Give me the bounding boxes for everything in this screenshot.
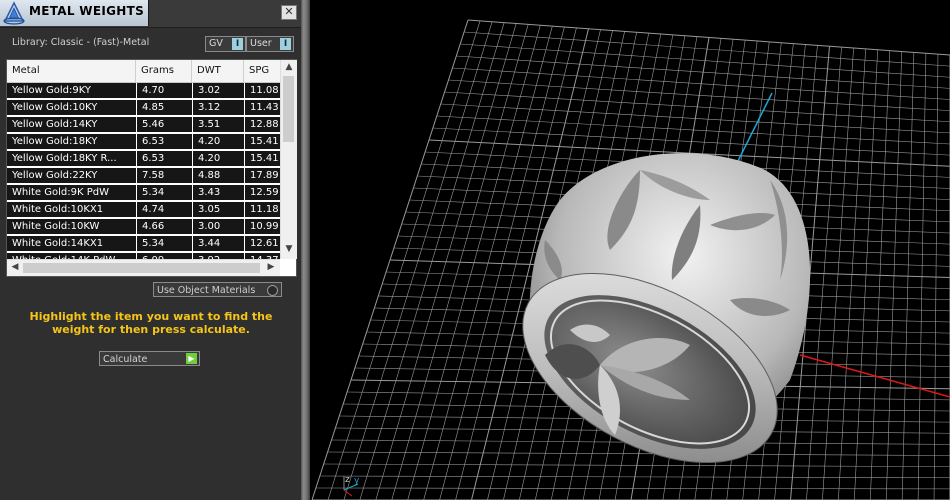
table-row[interactable]: White Gold:10KW 4.66 3.00 10.99	[7, 219, 280, 236]
grams-cell: 4.66	[137, 219, 192, 234]
user-toggle-label: User	[250, 38, 272, 49]
spg-cell: 10.99	[245, 219, 280, 234]
vertical-scroll-thumb[interactable]	[283, 76, 294, 142]
metal-weights-panel: METAL WEIGHTS ✕ Library: Classic - (Fast…	[0, 0, 301, 500]
dwt-cell: 3.00	[193, 219, 244, 234]
dwt-cell: 3.12	[193, 100, 244, 115]
horizontal-scrollbar[interactable]: ◀ ▶	[7, 259, 280, 276]
use-object-materials-checkbox[interactable]: Use Object Materials	[153, 282, 282, 297]
dwt-cell: 3.51	[193, 117, 244, 132]
panel-title-tab[interactable]: METAL WEIGHTS	[0, 0, 149, 26]
dwt-cell: 4.20	[193, 151, 244, 166]
metal-cell: White Gold:14KX1	[7, 236, 136, 251]
metal-cell: Yellow Gold:9KY	[7, 83, 136, 98]
user-toggle-knob: I	[280, 38, 291, 50]
scroll-right-icon[interactable]: ▶	[264, 262, 278, 272]
metal-cell: White Gold:10KW	[7, 219, 136, 234]
grams-cell: 4.70	[137, 83, 192, 98]
spg-cell: 12.88	[245, 117, 280, 132]
column-header-dwt[interactable]: DWT	[192, 60, 244, 82]
gv-toggle-knob: I	[232, 38, 243, 50]
table-row[interactable]: White Gold:9K PdW 5.34 3.43 12.59	[7, 185, 280, 202]
scroll-up-icon[interactable]: ▲	[282, 62, 296, 72]
panel-splitter[interactable]	[301, 0, 310, 500]
metal-cell: Yellow Gold:18KY	[7, 134, 136, 149]
table-row[interactable]: Yellow Gold:9KY 4.70 3.02 11.08	[7, 83, 280, 100]
dwt-cell: 3.02	[193, 83, 244, 98]
calculate-label: Calculate	[103, 354, 148, 365]
table-row[interactable]: Yellow Gold:18KY R... 6.53 4.20 15.41	[7, 151, 280, 168]
grams-cell: 7.58	[137, 168, 192, 183]
grams-cell: 5.34	[137, 236, 192, 251]
metal-cell: Yellow Gold:18KY R...	[7, 151, 136, 166]
table-row[interactable]: Yellow Gold:10KY 4.85 3.12 11.43	[7, 100, 280, 117]
metal-cell: Yellow Gold:10KY	[7, 100, 136, 115]
close-button[interactable]: ✕	[281, 5, 297, 20]
grams-cell: 4.74	[137, 202, 192, 217]
gizmo-y-label: y	[354, 476, 360, 486]
use-object-materials-label: Use Object Materials	[157, 285, 256, 296]
library-label: Library: Classic - (Fast)-Metal	[12, 37, 150, 48]
column-header-metal[interactable]: Metal	[7, 60, 136, 82]
metal-cell: Yellow Gold:22KY	[7, 168, 136, 183]
grams-cell: 5.34	[137, 185, 192, 200]
table-row[interactable]: Yellow Gold:22KY 7.58 4.88 17.89	[7, 168, 280, 185]
scroll-left-icon[interactable]: ◀	[8, 262, 22, 272]
spg-cell: 17.89	[245, 168, 280, 183]
metal-cell: White Gold:9K PdW	[7, 185, 136, 200]
spg-cell: 11.08	[245, 83, 280, 98]
table-row[interactable]: Yellow Gold:18KY 6.53 4.20 15.41	[7, 134, 280, 151]
spg-cell: 12.59	[245, 185, 280, 200]
calculate-button[interactable]: Calculate ▶	[99, 351, 200, 366]
app-logo-icon	[3, 1, 25, 25]
scroll-down-icon[interactable]: ▼	[282, 244, 296, 254]
horizontal-scroll-thumb[interactable]	[23, 263, 260, 273]
spg-cell: 11.18	[245, 202, 280, 217]
grams-cell: 6.53	[137, 134, 192, 149]
table-row[interactable]: Yellow Gold:14KY 5.46 3.51 12.88	[7, 117, 280, 134]
dwt-cell: 4.88	[193, 168, 244, 183]
dwt-cell: 4.20	[193, 134, 244, 149]
spg-cell: 11.43	[245, 100, 280, 115]
dwt-cell: 3.43	[193, 185, 244, 200]
column-header-spg[interactable]: SPG	[244, 60, 284, 82]
table-body: Yellow Gold:9KY 4.70 3.02 11.08 Yellow Gold:…	[7, 83, 280, 259]
gizmo-z-label: z	[345, 475, 350, 485]
gv-toggle[interactable]: GV I	[205, 36, 246, 52]
user-toggle[interactable]: User I	[246, 36, 294, 52]
vertical-scrollbar[interactable]: ▲ ▼	[280, 60, 297, 259]
play-arrow-icon: ▶	[186, 353, 197, 364]
3d-viewport[interactable]: z y	[310, 0, 950, 500]
dwt-cell: 3.44	[193, 236, 244, 251]
grams-cell: 4.85	[137, 100, 192, 115]
metal-cell: Yellow Gold:14KY	[7, 117, 136, 132]
viewport-canvas: z y	[311, 19, 950, 500]
dwt-cell: 3.05	[193, 202, 244, 217]
panel-title: METAL WEIGHTS	[29, 4, 145, 18]
spg-cell: 15.41	[245, 134, 280, 149]
table-row[interactable]: White Gold:14KX1 5.34 3.44 12.61	[7, 236, 280, 253]
instruction-text: Highlight the item you want to find the …	[29, 310, 273, 336]
spg-cell: 15.41	[245, 151, 280, 166]
gv-toggle-label: GV	[209, 38, 223, 49]
metal-table: Metal Grams DWT SPG Yellow Gold:9KY 4.70 3…	[6, 59, 297, 277]
column-header-grams[interactable]: Grams	[136, 60, 192, 82]
grams-cell: 5.46	[137, 117, 192, 132]
table-header: Metal Grams DWT SPG	[7, 60, 280, 83]
radio-icon	[267, 285, 278, 296]
table-row[interactable]: White Gold:10KX1 4.74 3.05 11.18	[7, 202, 280, 219]
metal-cell: White Gold:10KX1	[7, 202, 136, 217]
grams-cell: 6.53	[137, 151, 192, 166]
spg-cell: 12.61	[245, 236, 280, 251]
panel-titlebar: METAL WEIGHTS ✕	[0, 0, 301, 28]
